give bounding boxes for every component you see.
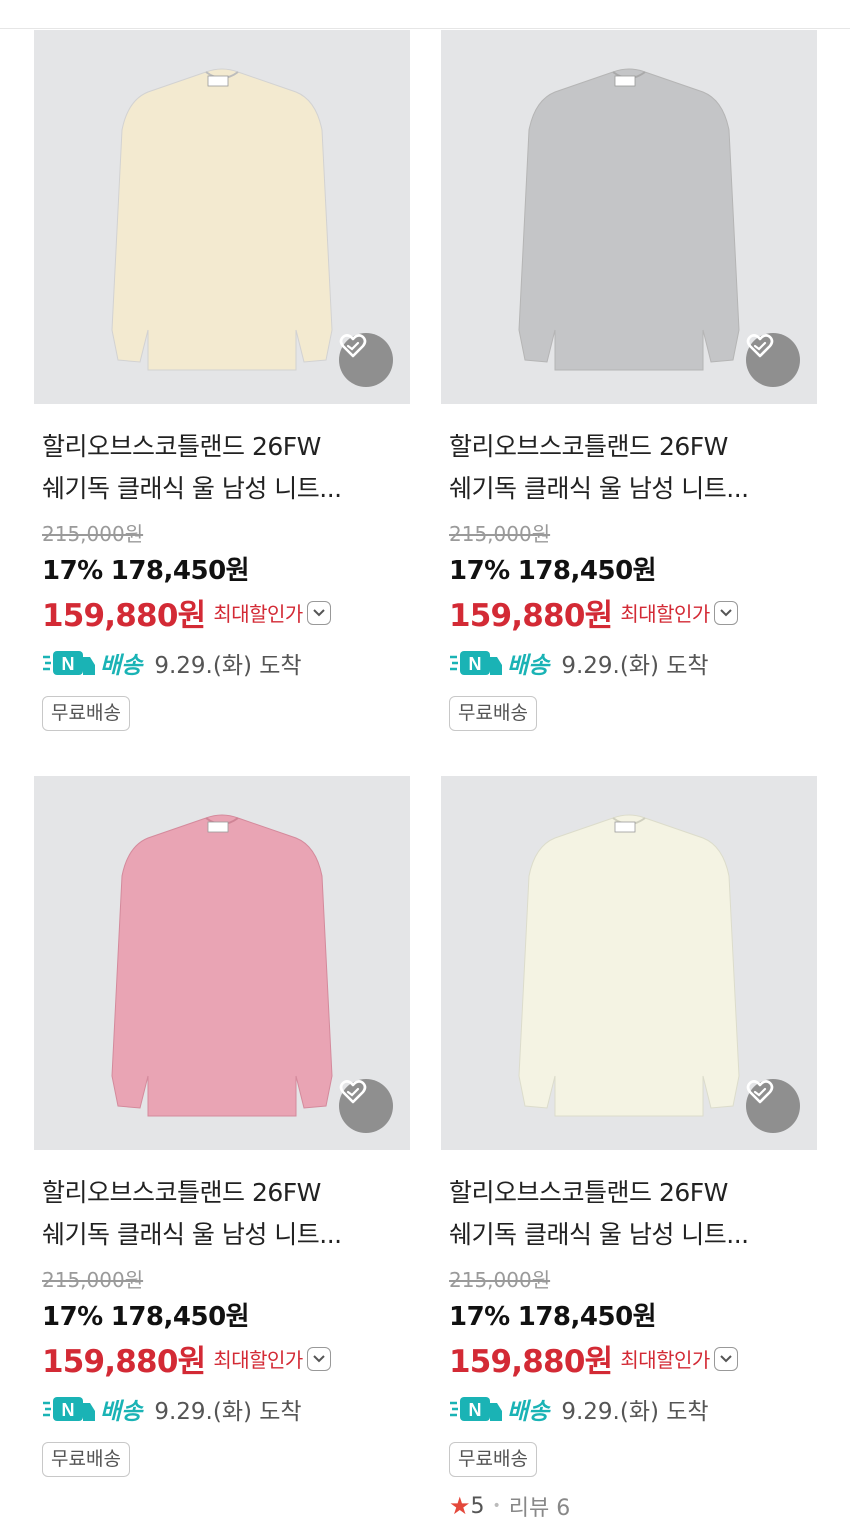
max-discount-row[interactable]: 159,880원 최대할인가 [42,1336,331,1381]
n-delivery-truck-icon: N [43,1397,95,1421]
product-title[interactable]: 할리오브스코틀랜드 26FW 쉐기독 클래식 울 남성 니트... [449,1172,809,1256]
n-badge-text: N [469,654,482,674]
chevron-down-icon[interactable] [306,1346,331,1371]
wishlist-button[interactable] [746,1079,800,1133]
discount-rate: 17% [449,1302,510,1332]
delivery-info: N 배송 9.29.(화) 도착 [449,646,709,680]
delivery-date: 9.29.(화) 도착 [154,653,302,679]
product-image[interactable] [441,30,817,404]
max-discount-price: 159,880원 [449,1344,613,1380]
discount-rate: 17% [42,1302,103,1332]
product-title-line2: 쉐기독 클래식 울 남성 니트... [449,474,749,503]
shipping-label: 배송 [100,1399,143,1425]
wishlist-button[interactable] [746,333,800,387]
chevron-down-icon[interactable] [713,600,738,625]
max-discount-price: 159,880원 [449,598,613,634]
shipping-label: 배송 [100,653,143,679]
product-title[interactable]: 할리오브스코틀랜드 26FW 쉐기독 클래식 울 남성 니트... [449,426,809,510]
free-shipping-tag: 무료배송 [449,696,537,731]
rating-review-row[interactable]: ★ 5 • 리뷰 6 [449,1490,570,1522]
shipping-label: 배송 [507,653,550,679]
n-badge-text: N [62,1400,75,1420]
original-price: 215,000원 [42,522,144,546]
product-title-line1: 할리오브스코틀랜드 26FW [42,1178,321,1207]
rating-value: 5 [470,1493,485,1519]
wishlist-button[interactable] [339,333,393,387]
heart-icon [746,334,774,358]
original-price: 215,000원 [449,522,551,546]
separator-dot: • [492,1498,501,1514]
product-title-line2: 쉐기독 클래식 울 남성 니트... [449,1220,749,1249]
chevron-down-icon[interactable] [713,1346,738,1371]
heart-icon [339,1080,367,1104]
max-discount-row[interactable]: 159,880원 최대할인가 [42,590,331,635]
product-image[interactable] [34,30,410,404]
top-divider [0,28,850,29]
original-price: 215,000원 [449,1268,551,1292]
sale-price-row: 17% 178,450원 [449,1296,657,1333]
delivery-date: 9.29.(화) 도착 [154,1399,302,1425]
original-price: 215,000원 [42,1268,144,1292]
product-title-line1: 할리오브스코틀랜드 26FW [449,432,728,461]
max-discount-label: 최대할인가 [213,602,303,626]
sale-price: 178,450원 [110,556,250,586]
product-image[interactable] [34,776,410,1150]
max-discount-price: 159,880원 [42,598,206,634]
sale-price: 178,450원 [517,1302,657,1332]
heart-icon [746,1080,774,1104]
n-badge-text: N [469,1400,482,1420]
product-title-line2: 쉐기독 클래식 울 남성 니트... [42,474,342,503]
free-shipping-tag: 무료배송 [42,696,130,731]
sale-price-row: 17% 178,450원 [42,1296,250,1333]
max-discount-row[interactable]: 159,880원 최대할인가 [449,1336,738,1381]
wishlist-button[interactable] [339,1079,393,1133]
max-discount-price: 159,880원 [42,1344,206,1380]
delivery-info: N 배송 9.29.(화) 도착 [449,1392,709,1426]
shipping-label: 배송 [507,1399,550,1425]
sale-price-row: 17% 178,450원 [42,550,250,587]
free-shipping-tag: 무료배송 [449,1442,537,1477]
discount-rate: 17% [449,556,510,586]
review-count: 리뷰 6 [508,1496,571,1521]
n-delivery-truck-icon: N [450,651,502,675]
delivery-date: 9.29.(화) 도착 [561,653,709,679]
product-title[interactable]: 할리오브스코틀랜드 26FW 쉐기독 클래식 울 남성 니트... [42,1172,402,1256]
product-title-line1: 할리오브스코틀랜드 26FW [42,432,321,461]
product-image[interactable] [441,776,817,1150]
delivery-info: N 배송 9.29.(화) 도착 [42,646,302,680]
delivery-info: N 배송 9.29.(화) 도착 [42,1392,302,1426]
n-delivery-truck-icon: N [450,1397,502,1421]
delivery-date: 9.29.(화) 도착 [561,1399,709,1425]
product-title[interactable]: 할리오브스코틀랜드 26FW 쉐기독 클래식 울 남성 니트... [42,426,402,510]
max-discount-label: 최대할인가 [213,1348,303,1372]
n-delivery-truck-icon: N [43,651,95,675]
max-discount-label: 최대할인가 [620,602,710,626]
sale-price: 178,450원 [110,1302,250,1332]
max-discount-label: 최대할인가 [620,1348,710,1372]
n-badge-text: N [62,654,75,674]
sale-price: 178,450원 [517,556,657,586]
heart-icon [339,334,367,358]
max-discount-row[interactable]: 159,880원 최대할인가 [449,590,738,635]
product-title-line2: 쉐기독 클래식 울 남성 니트... [42,1220,342,1249]
product-title-line1: 할리오브스코틀랜드 26FW [449,1178,728,1207]
discount-rate: 17% [42,556,103,586]
star-icon: ★ [449,1492,471,1520]
free-shipping-tag: 무료배송 [42,1442,130,1477]
sale-price-row: 17% 178,450원 [449,550,657,587]
chevron-down-icon[interactable] [306,600,331,625]
